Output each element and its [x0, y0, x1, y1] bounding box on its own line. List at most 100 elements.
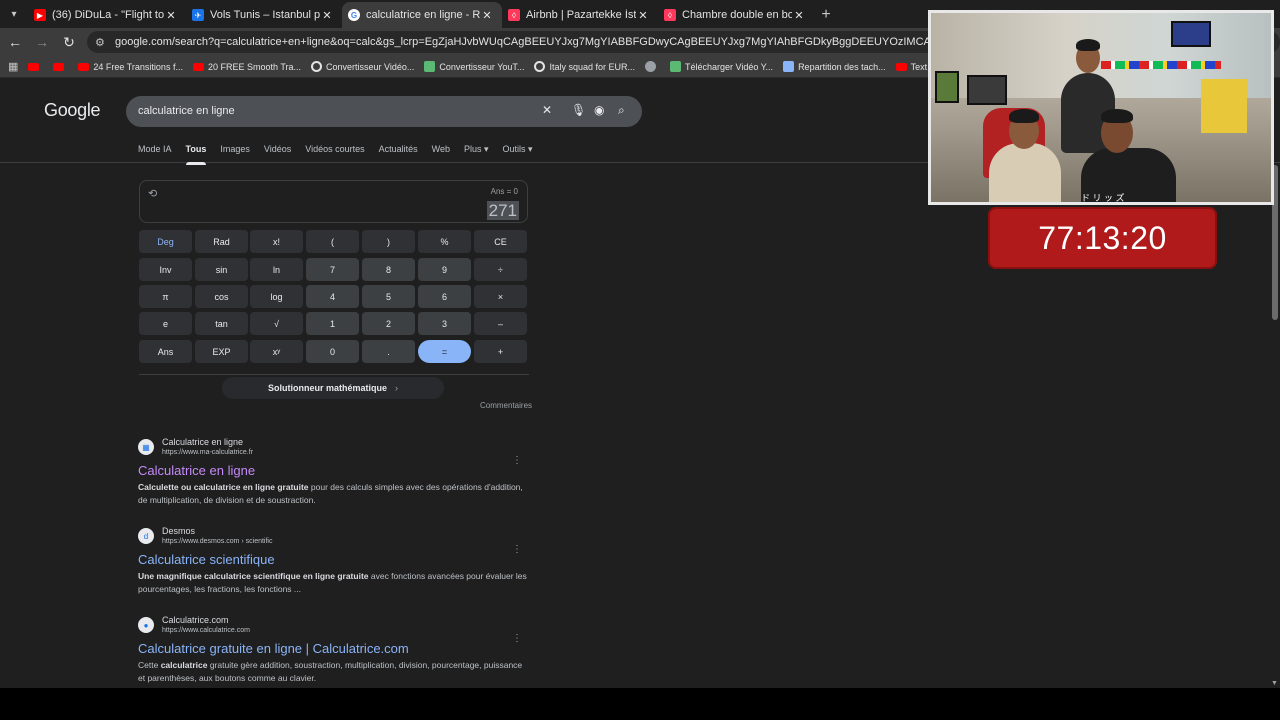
calc-key[interactable]: % [418, 230, 471, 253]
bookmark-favicon-icon [534, 61, 546, 72]
tab-close-icon[interactable]: ✕ [480, 9, 494, 22]
calc-key[interactable]: e [139, 312, 192, 335]
google-logo[interactable]: Google [44, 100, 101, 121]
clear-icon[interactable]: ✕ [542, 103, 552, 117]
bookmark-item[interactable]: Italy squad for EUR... [534, 61, 635, 72]
site-info-icon[interactable]: ⚙ [95, 36, 109, 49]
tab-search-icon[interactable]: ▾ [0, 0, 28, 28]
bookmark-item[interactable]: 24 Free Transitions f... [78, 62, 183, 72]
apps-grid-icon[interactable]: ▦ [8, 60, 18, 73]
tab-close-icon[interactable]: ✕ [164, 9, 178, 22]
browser-tab[interactable]: ◊ Chambre double en bois avec v✕ [658, 2, 814, 28]
search-tab[interactable]: Tous [185, 144, 206, 165]
bookmark-favicon-icon [192, 62, 204, 71]
calc-key[interactable]: 6 [418, 285, 471, 308]
calc-key[interactable]: π [139, 285, 192, 308]
back-icon[interactable]: ← [3, 30, 27, 54]
more-options-icon[interactable]: ⋮ [512, 455, 522, 466]
site-url[interactable]: https://www.calculatrice.com [162, 626, 250, 636]
browser-window: ▾ ▶(36) DiDuLa - "Flight to Mercury✕✈Vol… [0, 0, 1280, 688]
browser-tab[interactable]: ◊ Airbnb | Pazartekke İstanbul - L✕ [502, 2, 658, 28]
search-tab[interactable]: Plus ▾ [464, 144, 489, 165]
calc-key[interactable]: ) [362, 230, 415, 253]
bookmark-item[interactable]: Convertisseur YouT... [424, 61, 524, 72]
bookmark-item[interactable]: 20 FREE Smooth Tra... [192, 62, 301, 72]
calc-key[interactable]: Inv [139, 258, 192, 281]
more-options-icon[interactable]: ⋮ [512, 633, 522, 644]
result-title-link[interactable]: Calculatrice en ligne [138, 463, 538, 479]
scrollbar[interactable]: ▼ [1270, 163, 1280, 688]
calc-key[interactable]: 7 [306, 258, 359, 281]
calc-key[interactable]: 1 [306, 312, 359, 335]
calc-key[interactable]: tan [195, 312, 248, 335]
calc-key[interactable]: xʸ [250, 340, 303, 363]
more-options-icon[interactable]: ⋮ [512, 544, 522, 555]
calc-key[interactable]: + [474, 340, 527, 363]
feedback-link[interactable]: Commentaires [480, 401, 532, 410]
history-icon[interactable]: ⟲ [148, 187, 157, 200]
result-title-link[interactable]: Calculatrice scientifique [138, 552, 538, 568]
search-tab[interactable]: Vidéos courtes [305, 144, 364, 165]
tab-close-icon[interactable]: ✕ [792, 9, 806, 22]
calc-key[interactable]: 0 [306, 340, 359, 363]
calc-key[interactable]: 5 [362, 285, 415, 308]
calc-key[interactable]: – [474, 312, 527, 335]
calc-key[interactable]: cos [195, 285, 248, 308]
browser-tab[interactable]: Gcalculatrice en ligne - Recherche✕ [342, 2, 502, 28]
calc-key[interactable]: 4 [306, 285, 359, 308]
bookmark-item[interactable]: Télécharger Vidéo Y... [670, 61, 773, 72]
search-tab[interactable]: Outils ▾ [503, 144, 533, 165]
site-name[interactable]: Calculatrice en ligne [162, 437, 253, 448]
calc-key[interactable]: x! [250, 230, 303, 253]
search-tab[interactable]: Images [220, 144, 250, 165]
search-tab[interactable]: Actualités [379, 144, 418, 165]
calc-key[interactable]: Ans [139, 340, 192, 363]
browser-tab[interactable]: ✈ Vols Tunis – Istanbul pas chers✕ [186, 2, 342, 28]
calc-key[interactable]: ( [306, 230, 359, 253]
calc-key[interactable]: CE [474, 230, 527, 253]
site-name[interactable]: Desmos [162, 526, 272, 537]
search-icon[interactable]: ⌕ [618, 103, 625, 118]
search-tab[interactable]: Web [432, 144, 450, 165]
forward-icon[interactable]: → [30, 30, 54, 54]
site-name[interactable]: Calculatrice.com [162, 615, 250, 626]
lens-icon[interactable]: ◉ [594, 103, 604, 117]
new-tab-button[interactable]: + [814, 2, 838, 28]
calc-key[interactable]: × [474, 285, 527, 308]
result-title-link[interactable]: Calculatrice gratuite en ligne | Calcula… [138, 641, 538, 657]
calc-key[interactable]: 8 [362, 258, 415, 281]
tab-close-icon[interactable]: ✕ [320, 9, 334, 22]
jersey [1201, 79, 1247, 133]
microphone-icon[interactable]: 🎙 [571, 103, 586, 117]
bookmark-item[interactable] [645, 61, 660, 72]
browser-tab[interactable]: ▶ (36) DiDuLa - "Flight to Mercury✕ [28, 2, 186, 28]
search-tab[interactable]: Vidéos [264, 144, 291, 165]
bookmark-item[interactable]: Convertisseur Vidéo... [311, 61, 414, 72]
calc-key[interactable]: sin [195, 258, 248, 281]
calc-key[interactable]: 9 [418, 258, 471, 281]
calc-key[interactable]: Rad [195, 230, 248, 253]
site-url[interactable]: https://www.ma-calculatrice.fr [162, 448, 253, 458]
calc-key[interactable]: = [418, 340, 471, 363]
calc-key[interactable]: log [250, 285, 303, 308]
tab-close-icon[interactable]: ✕ [636, 9, 650, 22]
bookmark-item[interactable]: Repartition des tach... [783, 61, 886, 72]
site-url[interactable]: https://www.desmos.com › scientific [162, 537, 272, 547]
calc-key[interactable]: EXP [195, 340, 248, 363]
math-solver-button[interactable]: Solutionneur mathématique › [222, 377, 444, 399]
calc-key[interactable]: 2 [362, 312, 415, 335]
site-favicon-icon: ● [138, 617, 154, 633]
reload-icon[interactable]: ↻ [57, 30, 81, 54]
calc-key[interactable]: ln [250, 258, 303, 281]
calc-key[interactable]: Deg [139, 230, 192, 253]
calc-key[interactable]: ÷ [474, 258, 527, 281]
calc-key[interactable]: √ [250, 312, 303, 335]
calc-key[interactable]: . [362, 340, 415, 363]
scroll-down-icon[interactable]: ▼ [1271, 680, 1278, 687]
bookmark-item[interactable] [28, 62, 43, 71]
calc-key[interactable]: 3 [418, 312, 471, 335]
search-tab[interactable]: Mode IA [138, 144, 172, 165]
search-input[interactable]: calculatrice en ligne [138, 105, 235, 117]
bookmark-item[interactable] [53, 62, 68, 71]
search-box[interactable]: calculatrice en ligne ✕ 🎙 ◉ ⌕ [126, 96, 642, 127]
